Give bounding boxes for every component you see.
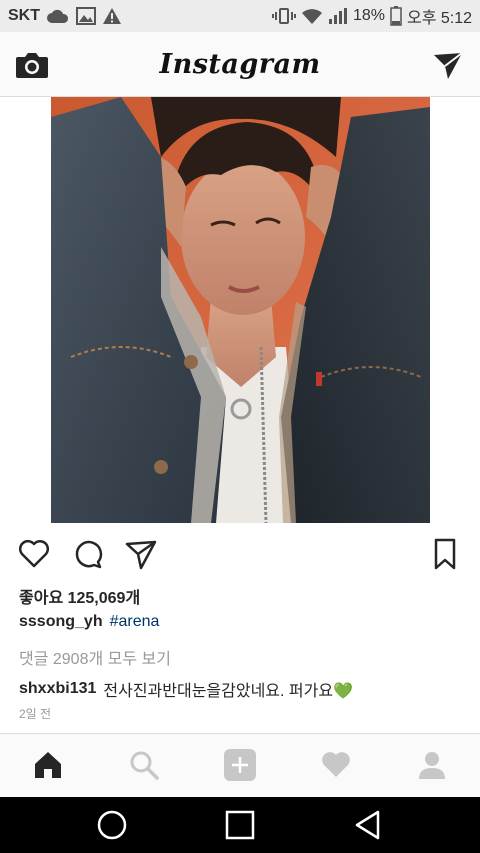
carrier-label: SKT <box>8 7 40 24</box>
vibrate-icon <box>271 7 296 25</box>
gallery-icon <box>76 7 96 25</box>
comment-username[interactable]: shxxbi131 <box>19 680 96 698</box>
home-icon[interactable] <box>31 748 65 782</box>
direct-send-icon[interactable] <box>432 51 464 81</box>
app-logo: Instagram <box>159 49 321 80</box>
search-icon[interactable] <box>127 748 161 782</box>
clock: 오후 5:12 <box>406 10 472 27</box>
system-nav-bar <box>0 797 480 853</box>
warning-icon <box>102 7 122 25</box>
post-photo[interactable] <box>51 97 430 523</box>
heart-icon[interactable] <box>17 537 51 571</box>
bottom-tab-bar <box>0 733 480 797</box>
bookmark-icon[interactable] <box>429 537 463 571</box>
wifi-icon <box>301 7 323 25</box>
cloud-icon <box>46 8 70 24</box>
activity-heart-icon[interactable] <box>319 748 353 782</box>
back-icon[interactable] <box>352 809 384 841</box>
battery-icon <box>390 6 402 26</box>
caption-username[interactable]: sssong_yh <box>19 613 103 631</box>
view-all-comments-link[interactable]: 댓글 2908개 모두 보기 <box>19 645 171 669</box>
post-timestamp: 2일 전 <box>19 707 52 721</box>
like-count[interactable]: 좋아요 125,069개 <box>19 584 140 608</box>
app-header: Instagram <box>0 32 480 97</box>
signal-icon <box>328 7 348 25</box>
recents-icon[interactable] <box>224 809 256 841</box>
comment-icon[interactable] <box>71 537 105 571</box>
profile-icon[interactable] <box>415 748 449 782</box>
comment-text: 전사진과반대눈을감았네요. 퍼가요💚 <box>103 683 354 700</box>
status-bar: SKT 18% 오후 5:12 <box>0 0 480 32</box>
caption: sssong_yh #arena <box>19 613 159 631</box>
comment-row: shxxbi131 전사진과반대눈을감았네요. 퍼가요💚 <box>19 677 353 701</box>
post-action-bar <box>0 535 480 575</box>
add-icon[interactable] <box>223 748 257 782</box>
caption-hashtag[interactable]: #arena <box>110 613 160 631</box>
share-icon[interactable] <box>124 537 158 571</box>
home-circle-icon[interactable] <box>96 809 128 841</box>
battery-percent: 18% <box>352 7 385 24</box>
